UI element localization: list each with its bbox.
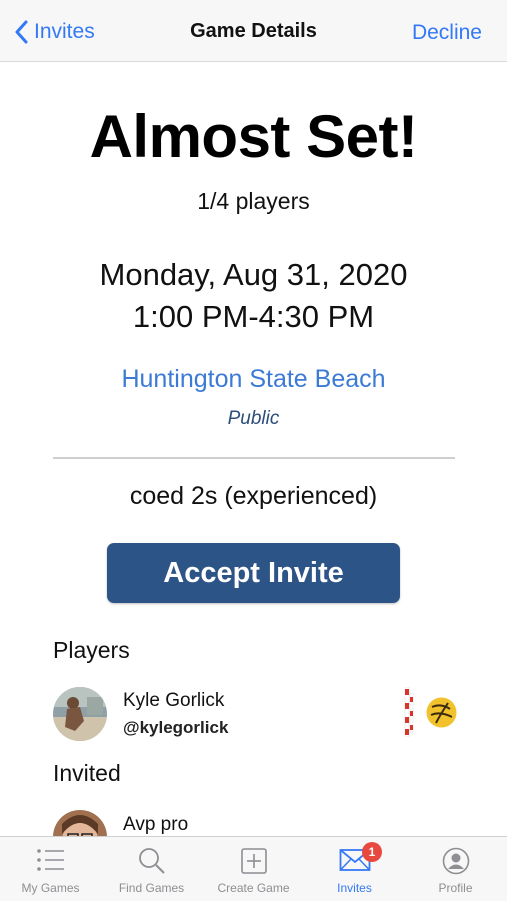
list-icon bbox=[36, 849, 64, 871]
game-date: Monday, Aug 31, 2020 bbox=[99, 257, 408, 292]
tab-label: Invites bbox=[337, 881, 372, 895]
person-circle-icon bbox=[442, 847, 469, 875]
search-icon bbox=[138, 848, 165, 874]
navigation-bar: Invites Game Details Decline bbox=[0, 0, 507, 62]
tab-create-game[interactable]: Create Game bbox=[203, 837, 304, 901]
game-status-headline: Almost Set! bbox=[89, 103, 418, 170]
tab-invites[interactable]: 1 Invites bbox=[304, 837, 405, 901]
tab-find-games[interactable]: Find Games bbox=[101, 837, 202, 901]
players-section-title: Players bbox=[53, 637, 130, 663]
notification-badge: 1 bbox=[362, 842, 382, 862]
tab-label: My Games bbox=[21, 881, 80, 895]
tab-bar: My Games Find Games Create Game 1 Invite… bbox=[0, 836, 507, 901]
tab-label: Find Games bbox=[118, 881, 185, 895]
tab-label: Profile bbox=[438, 881, 473, 895]
game-type: coed 2s (experienced) bbox=[129, 482, 378, 510]
location-link[interactable]: Huntington State Beach bbox=[0, 365, 507, 394]
invited-section-title: Invited bbox=[53, 760, 121, 786]
volleyball-badge-icon bbox=[426, 697, 457, 728]
tab-my-games[interactable]: My Games bbox=[0, 837, 101, 901]
visibility-label: Public bbox=[227, 408, 280, 429]
tab-profile[interactable]: Profile bbox=[405, 837, 506, 901]
tab-label: Create Game bbox=[217, 881, 290, 895]
game-time: 1:00 PM-4:30 PM bbox=[132, 299, 375, 334]
accept-invite-button[interactable]: Accept Invite bbox=[107, 543, 400, 603]
divider bbox=[53, 457, 455, 459]
player-handle: @kylegorlick bbox=[123, 718, 229, 737]
antenna-icon bbox=[404, 687, 414, 737]
decline-button[interactable]: Decline bbox=[412, 21, 482, 45]
player-name: Kyle Gorlick bbox=[123, 690, 225, 711]
plus-square-icon bbox=[240, 848, 267, 874]
avatar bbox=[53, 687, 107, 741]
invited-name: Avp pro bbox=[123, 814, 189, 835]
player-count: 1/4 players bbox=[197, 188, 310, 214]
